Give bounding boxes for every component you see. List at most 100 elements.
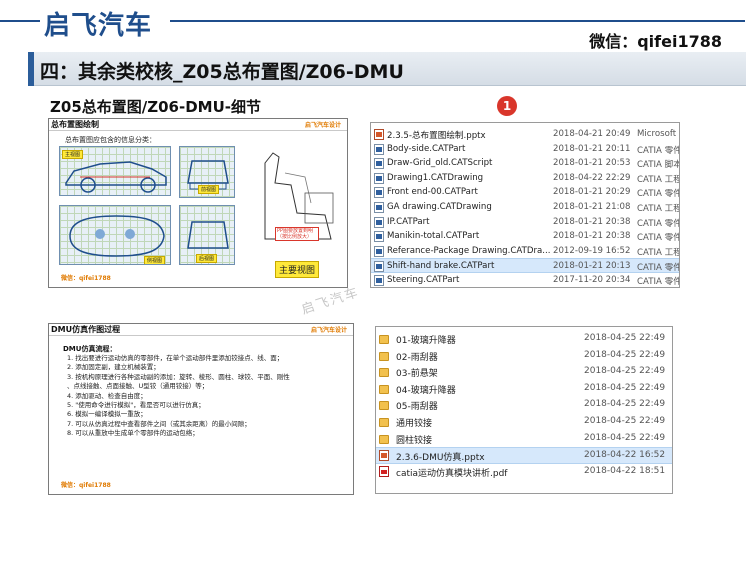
- folder-icon: [379, 434, 389, 444]
- file-date: 2018-04-25 22:49: [584, 432, 666, 443]
- catia-file-icon: [374, 216, 384, 228]
- file-date: 2018-04-22 16:52: [584, 450, 666, 461]
- slide-footer: 微信：qifei1788: [61, 482, 111, 489]
- file-row[interactable]: Draw-Grid_old.CATScript 2018-01-21 20:53 C…: [371, 156, 679, 171]
- file-date: 2018-01-21 20:11: [553, 143, 631, 154]
- dmu-heading: DMU仿真流程：: [63, 345, 117, 353]
- file-date: 2018-04-25 22:49: [584, 333, 666, 343]
- file-name: GA drawing.CATDrawing: [387, 202, 492, 212]
- file-type: CATIA 零件: [637, 233, 680, 244]
- file-name: Referance-Package Drawing.CATDra...: [387, 245, 551, 256]
- file-date: 2017-11-20 20:34: [553, 275, 631, 285]
- file-type: CATIA 零件: [637, 277, 680, 287]
- section-title: 四：其余类校核_Z05总布置图/Z06-DMU: [40, 61, 404, 83]
- file-type: CATIA 工程: [637, 204, 680, 214]
- brand-line-left: [0, 20, 40, 22]
- main-view-tag: 主视图: [62, 150, 84, 159]
- pptx-file-icon: [374, 129, 384, 140]
- file-date: 2018-01-21 20:29: [553, 187, 631, 198]
- catia-file-icon: [374, 158, 384, 170]
- file-row[interactable]: 圆柱铰接 2018-04-25 22:49: [376, 431, 672, 448]
- file-name: Body-side.CATPart: [387, 143, 466, 154]
- file-date: 2018-01-21 21:08: [553, 202, 631, 212]
- file-type: CATIA 零件: [637, 218, 680, 229]
- rear-view-panel: 后视图: [179, 205, 235, 265]
- file-date: 2018-01-21 20:53: [553, 158, 631, 169]
- step-badge: 1: [497, 96, 517, 116]
- file-name: 2.3.5-总布置图绘制.pptx: [387, 131, 486, 141]
- folder-icon: [379, 335, 389, 344]
- catia-file-icon: [374, 172, 384, 184]
- file-name: IP.CATPart: [387, 216, 430, 227]
- slide-title: DMU仿真作图过程: [51, 325, 121, 334]
- file-row[interactable]: Drawing1.CATDrawing 2018-04-22 22:29 CATIA…: [371, 171, 679, 186]
- file-row[interactable]: 03-前悬架 2018-04-25 22:49: [376, 364, 672, 381]
- wechat-id: 微信：qifei1788: [589, 32, 722, 51]
- file-row[interactable]: GA drawing.CATDrawing 2018-01-21 21:08 CAT…: [371, 200, 679, 215]
- side-view-panel: 主视图: [59, 146, 171, 196]
- slide-brand: 启飞汽车设计: [310, 327, 347, 334]
- file-name: catia运动仿真模块讲析.pdf: [396, 468, 508, 479]
- pdf-file-icon: [379, 465, 389, 477]
- file-date: 2018-04-25 22:49: [584, 349, 666, 360]
- catia-file-icon: [374, 143, 384, 155]
- file-row[interactable]: 通用铰接 2018-04-25 22:49: [376, 414, 672, 431]
- pptx-file-icon: [379, 450, 389, 462]
- front-view-panel: 前视图: [179, 146, 235, 198]
- file-row[interactable]: 02-雨刮器 2018-04-25 22:49: [376, 348, 672, 365]
- note-tag: PP图要放置到明（按比例放大）: [275, 227, 319, 241]
- brand-logo-text: 启飞汽车: [44, 11, 153, 41]
- file-row[interactable]: 05-雨刮器 2018-04-25 22:49: [376, 397, 672, 414]
- file-row[interactable]: 01-玻璃升降器 2018-04-25 22:49: [376, 331, 672, 348]
- file-name: Steering.CATPart: [387, 275, 460, 285]
- file-date: 2018-04-25 22:49: [584, 416, 666, 426]
- file-type: CATIA 脚本: [637, 160, 680, 171]
- file-row[interactable]: Body-side.CATPart 2018-01-21 20:11 CATIA 零…: [371, 142, 679, 157]
- folder-icon: [379, 401, 389, 411]
- file-row[interactable]: 2.3.5-总布置图绘制.pptx 2018-04-21 20:49 Microso…: [371, 127, 679, 142]
- slide-brand: 启飞汽车设计: [304, 122, 341, 129]
- side-view-tag: 侧视图: [144, 256, 166, 264]
- front-view-tag: 前视图: [198, 185, 220, 194]
- file-row[interactable]: 04-玻璃升降器 2018-04-25 22:49: [376, 381, 672, 398]
- file-name: 2.3.6-DMU仿真.pptx: [396, 453, 485, 464]
- dmu-step: 1. 找出要进行运动仿真的零部件，在单个运动部件里添加铰接点、线、面；: [67, 354, 284, 362]
- file-row[interactable]: Shift-hand brake.CATPart 2018-01-21 20:13…: [371, 258, 679, 274]
- file-name: 03-前悬架: [396, 369, 438, 380]
- dmu-step: 、点线接触、点面接触、U型铰（通用铰接）等；: [67, 382, 209, 391]
- file-name: Drawing1.CATDrawing: [387, 172, 484, 183]
- file-name: Manikin-total.CATPart: [387, 231, 480, 242]
- file-row[interactable]: Steering.CATPart 2017-11-20 20:34 CATIA 零件: [371, 273, 680, 287]
- slide-header: DMU仿真作图过程 启飞汽车设计: [49, 324, 353, 336]
- dmu-step: 7. 可以从仿真过程中查看部件之间（或其余距离）的最小间隙；: [67, 419, 251, 428]
- slide-intro: 总布置图应包含的信息分类：: [65, 136, 156, 144]
- top-view-panel: 侧视图: [59, 205, 171, 265]
- file-row[interactable]: catia运动仿真模块讲析.pdf 2018-04-22 18:51: [376, 464, 672, 481]
- file-row[interactable]: Referance-Package Drawing.CATDra... 2012-…: [371, 244, 679, 259]
- file-row[interactable]: IP.CATPart 2018-01-21 20:38 CATIA 零件: [371, 215, 679, 230]
- file-date: 2018-04-25 22:49: [584, 382, 666, 393]
- slide-thumbnail-dmu[interactable]: DMU仿真作图过程 启飞汽车设计 DMU仿真流程： 1. 找出要进行运动仿真的零…: [48, 323, 354, 495]
- slide-title: 总布置图绘制: [51, 120, 99, 129]
- file-date: 2018-04-21 20:49: [553, 129, 631, 139]
- slide-header: 总布置图绘制 启飞汽车设计: [49, 119, 347, 131]
- file-name: 通用铰接: [396, 419, 433, 429]
- file-name: 02-雨刮器: [396, 352, 438, 363]
- slide-thumbnail-layout[interactable]: 总布置图绘制 启飞汽车设计 总布置图应包含的信息分类： 主视图 前视图 侧视图: [48, 118, 348, 288]
- dmu-step: 4. 添加驱动、检查自由度；: [67, 391, 147, 400]
- dmu-step: 6. 模拟一编译模拟一重放；: [67, 410, 147, 419]
- catia-file-icon: [374, 202, 384, 213]
- file-date: 2018-01-21 20:13: [553, 261, 631, 272]
- file-row[interactable]: Manikin-total.CATPart 2018-01-21 20:38 CAT…: [371, 229, 679, 244]
- file-row[interactable]: 2.3.6-DMU仿真.pptx 2018-04-22 16:52: [376, 447, 672, 464]
- file-name: 01-玻璃升降器: [396, 336, 456, 346]
- file-date: 2018-04-22 22:29: [553, 172, 631, 183]
- file-name: Front end-00.CATPart: [387, 187, 478, 198]
- file-type: Microsoft: [637, 129, 677, 139]
- dmu-steps: 1. 找出要进行运动仿真的零部件，在单个运动部件里添加铰接点、线、面； 2. 添加…: [67, 354, 347, 439]
- file-name: Shift-hand brake.CATPart: [387, 261, 495, 272]
- dmu-step: 3. 按机构原理进行各种运动副的添加：旋转、棱形、圆柱、球铰、平面、刚性: [67, 372, 290, 381]
- file-row[interactable]: Front end-00.CATPart 2018-01-21 20:29 CATI…: [371, 185, 679, 200]
- file-date: 2018-01-21 20:38: [553, 216, 631, 227]
- catia-file-icon: [374, 261, 384, 273]
